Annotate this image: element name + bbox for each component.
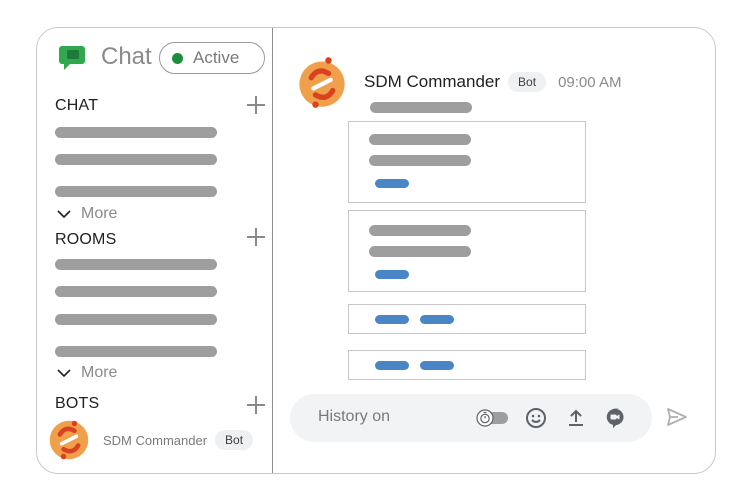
add-chat-button[interactable] <box>245 94 267 116</box>
card-action-button[interactable] <box>375 315 409 324</box>
chat-more-label: More <box>81 205 118 222</box>
status-selector[interactable]: Active <box>159 42 265 74</box>
emoji-icon[interactable] <box>524 406 548 430</box>
room-list-item[interactable] <box>55 314 217 325</box>
section-bots-heading: BOTS <box>55 395 100 412</box>
message-card <box>348 121 586 203</box>
chevron-down-icon <box>57 369 71 378</box>
status-label: Active <box>193 48 240 67</box>
sender-bot-tag: Bot <box>508 72 547 92</box>
message-text-line <box>370 102 472 113</box>
brand: Chat <box>59 42 152 72</box>
bot-list-item[interactable]: SDM Commander Bot <box>47 418 254 462</box>
card-text-line <box>369 155 471 166</box>
message-header: SDM Commander Bot 09:00 AM <box>364 72 621 92</box>
sdm-logo-icon <box>49 420 89 460</box>
send-icon[interactable] <box>664 404 690 430</box>
section-rooms-heading: ROOMS <box>55 231 117 248</box>
chat-list-item[interactable] <box>55 154 217 165</box>
rooms-more-link[interactable]: More <box>57 364 117 382</box>
add-bot-button[interactable] <box>245 394 267 416</box>
conversation-pane: SDM Commander Bot 09:00 AM History on <box>274 28 715 473</box>
card-action-button[interactable] <box>375 179 409 188</box>
room-list-item[interactable] <box>55 259 217 270</box>
card-text-line <box>369 225 471 236</box>
room-list-item[interactable] <box>55 346 217 357</box>
message-composer[interactable]: History on <box>290 394 652 442</box>
message-time: 09:00 AM <box>558 73 622 91</box>
message-card <box>348 210 586 292</box>
composer-placeholder: History on <box>318 408 391 425</box>
card-action-button[interactable] <box>375 361 409 370</box>
sidebar: Chat Active CHAT More ROOMS More BOTS SD… <box>37 28 273 473</box>
section-chat-heading: CHAT <box>55 97 99 114</box>
chat-window: Chat Active CHAT More ROOMS More BOTS SD… <box>36 27 716 474</box>
timer-toggle-icon[interactable] <box>476 409 510 427</box>
add-room-button[interactable] <box>245 226 267 248</box>
chat-list-item[interactable] <box>55 186 217 197</box>
upload-icon[interactable] <box>564 406 588 430</box>
card-action-button[interactable] <box>420 361 454 370</box>
room-list-item[interactable] <box>55 286 217 297</box>
chat-list-item[interactable] <box>55 127 217 138</box>
rooms-more-label: More <box>81 364 118 381</box>
google-chat-icon <box>59 46 85 70</box>
app-title: Chat <box>101 43 152 70</box>
video-meet-icon[interactable] <box>603 406 627 430</box>
sdm-logo-icon <box>299 57 345 108</box>
chevron-down-icon <box>57 210 71 219</box>
card-action-button[interactable] <box>420 315 454 324</box>
message-card <box>348 304 586 334</box>
card-text-line <box>369 246 471 257</box>
chat-more-link[interactable]: More <box>57 205 117 223</box>
status-dot <box>172 52 183 64</box>
card-action-button[interactable] <box>375 270 409 279</box>
message-card <box>348 350 586 380</box>
message-sender: SDM Commander <box>364 72 501 91</box>
card-text-line <box>369 134 471 145</box>
bot-name: SDM Commander <box>103 432 208 448</box>
bot-tag: Bot <box>215 430 254 450</box>
